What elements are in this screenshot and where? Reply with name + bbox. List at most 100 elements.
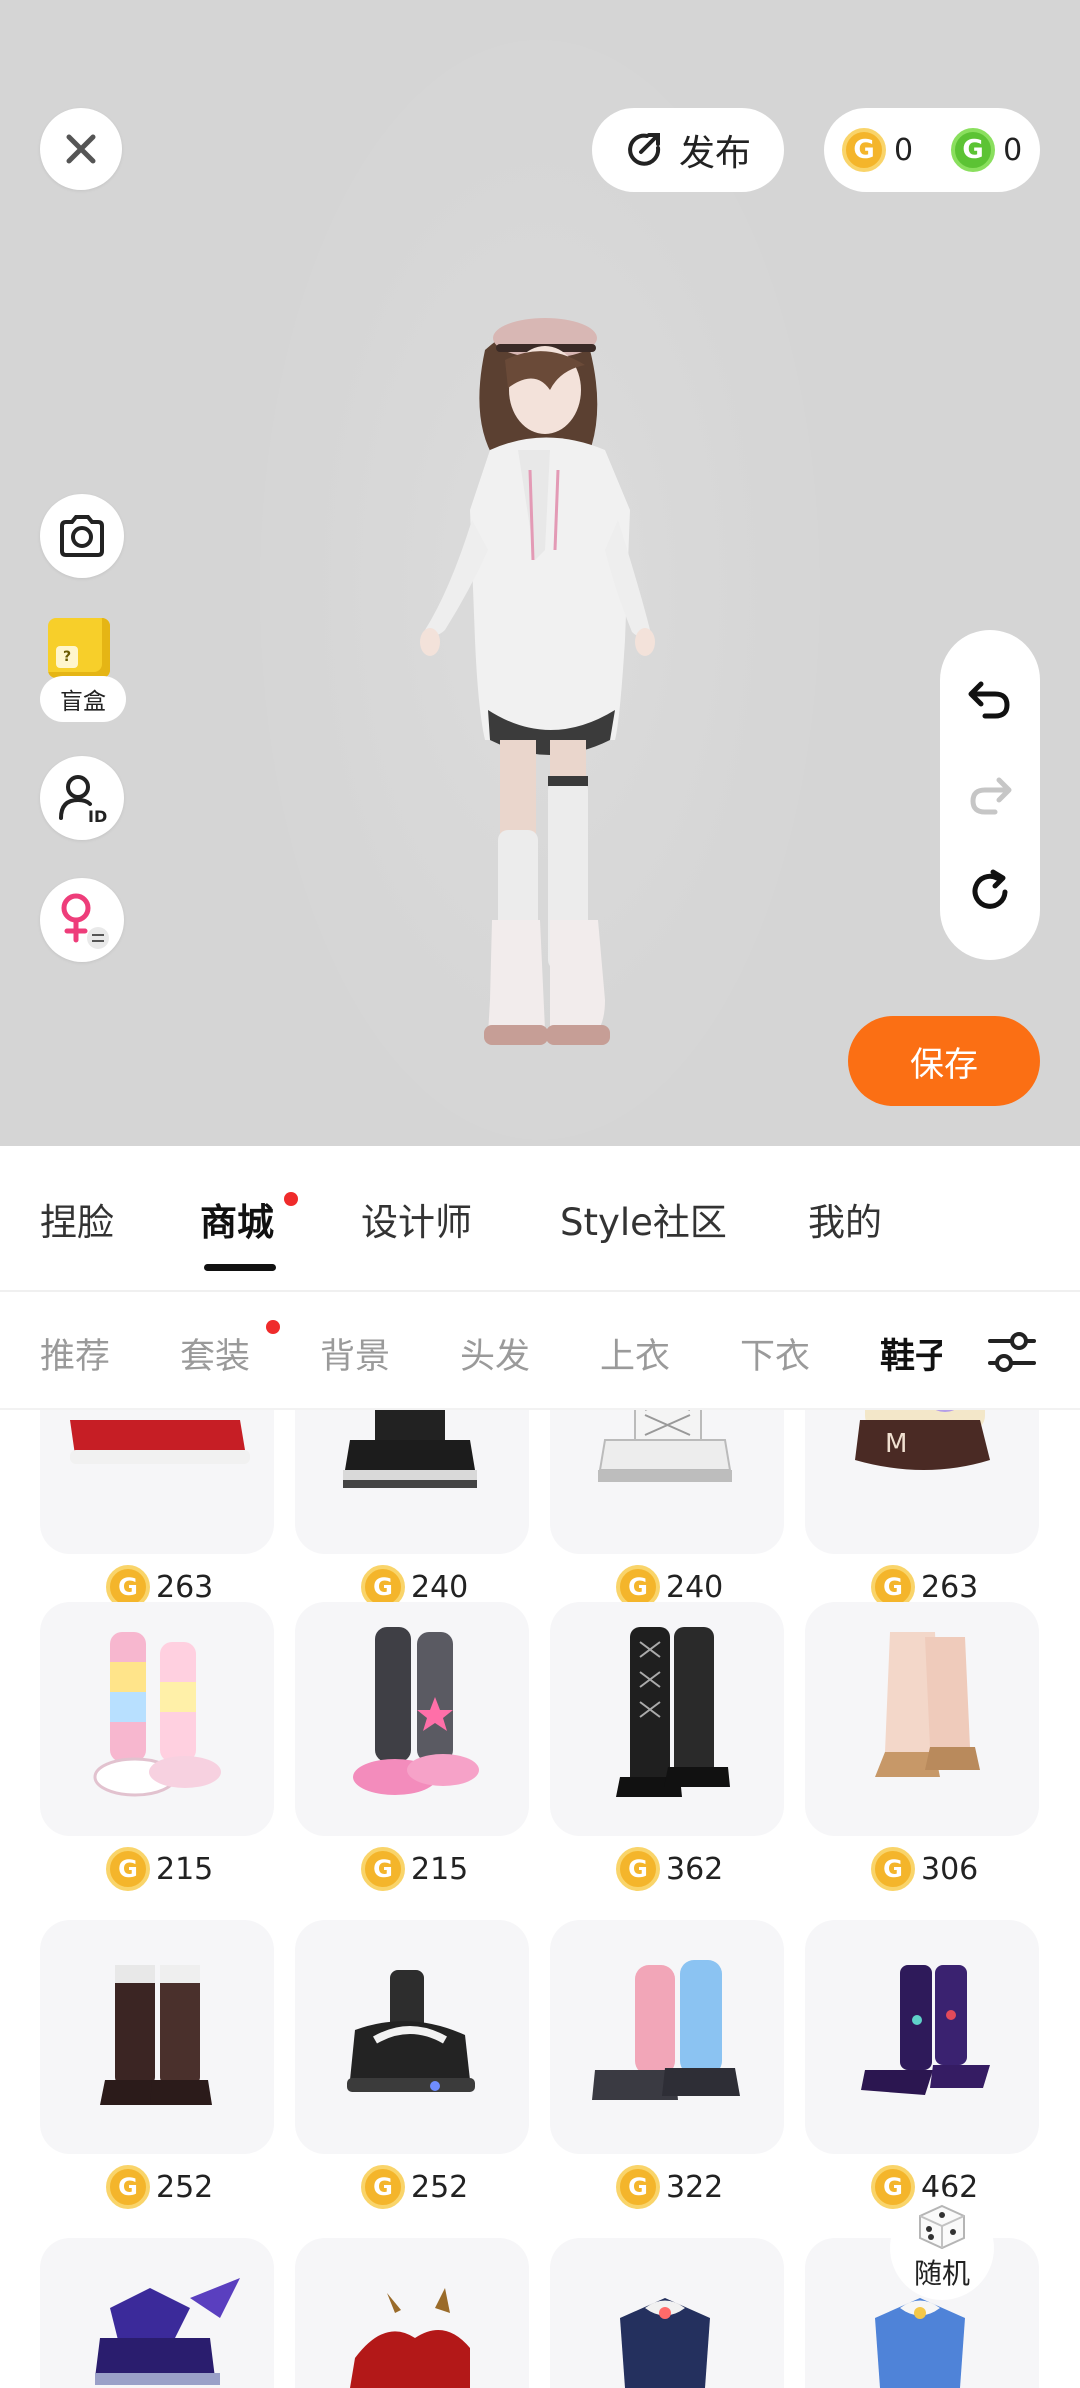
green-coin-icon: G <box>951 128 996 172</box>
tab-style-community[interactable]: Style社区 <box>560 1192 727 1246</box>
svg-text:ID: ID <box>88 807 107 824</box>
price-value: 263 <box>156 1569 214 1605</box>
item-card[interactable] <box>550 2238 784 2388</box>
redo-icon[interactable] <box>967 772 1013 816</box>
camera-icon <box>60 515 104 557</box>
navy-ribbon-shoe-icon <box>620 2298 710 2388</box>
category-shoes[interactable]: 鞋子 <box>880 1328 942 1379</box>
item-card[interactable] <box>805 1602 1039 1836</box>
item-card[interactable] <box>40 1410 274 1554</box>
gift-box-mark: ? <box>56 646 78 668</box>
price-value: 362 <box>666 1851 724 1887</box>
pink-star-boot-icon <box>353 1627 479 1795</box>
tab-fade <box>940 1292 980 1408</box>
price-value: 240 <box>666 1569 724 1605</box>
gold-coin-icon: G <box>616 2165 660 2209</box>
white-lace-boot-icon <box>598 1410 732 1482</box>
gold-coin-icon: G <box>106 1847 150 1891</box>
red-shoe-icon <box>70 1420 250 1464</box>
item-card[interactable] <box>40 1920 274 2154</box>
close-icon <box>66 134 96 164</box>
category-hair[interactable]: 头发 <box>460 1328 530 1379</box>
undo-icon[interactable] <box>967 676 1013 720</box>
outfit-notification-dot <box>266 1320 280 1334</box>
item-card[interactable] <box>295 1410 529 1554</box>
random-button[interactable]: 随机 <box>890 2196 994 2300</box>
save-button[interactable]: 保存 <box>848 1016 1040 1106</box>
gift-box-icon: ? <box>48 618 110 678</box>
item-price: G 362 <box>616 1842 723 1896</box>
category-background[interactable]: 背景 <box>320 1328 390 1379</box>
category-top[interactable]: 上衣 <box>600 1328 670 1379</box>
svg-text:M: M <box>885 1429 907 1459</box>
price-value: 306 <box>921 1851 979 1887</box>
avatar-character[interactable] <box>400 310 680 1090</box>
tab-face[interactable]: 捏脸 <box>40 1192 114 1246</box>
blind-box-button[interactable]: ? 盲盒 <box>40 618 126 722</box>
gold-balance: 0 <box>894 132 914 168</box>
brown-sneaker-icon: M <box>855 1410 990 1470</box>
gender-switch-button[interactable] <box>40 878 124 962</box>
category-bottom[interactable]: 下衣 <box>740 1328 810 1379</box>
item-price: G 322 <box>616 2160 723 2214</box>
pink-blue-sock-shoe-icon <box>592 1960 740 2100</box>
filter-button[interactable] <box>980 1320 1044 1384</box>
red-devil-shoe-icon <box>350 2288 470 2388</box>
item-card[interactable] <box>550 1410 784 1554</box>
item-price: G 215 <box>106 1842 213 1896</box>
item-card[interactable] <box>40 1602 274 1836</box>
gold-coin-icon: G <box>361 1847 405 1891</box>
purple-wing-shoe-icon <box>95 2278 240 2385</box>
black-strap-sandal-icon <box>347 1970 475 2092</box>
category-recommend[interactable]: 推荐 <box>40 1328 110 1379</box>
item-card[interactable] <box>295 2238 529 2388</box>
gold-coin-icon: G <box>842 128 886 172</box>
random-label: 随机 <box>913 2257 970 2290</box>
green-balance: 0 <box>1003 132 1023 168</box>
price-value: 215 <box>411 1851 469 1887</box>
active-tab-indicator <box>204 1264 276 1271</box>
category-tab-bar: 推荐 套装 背景 头发 上衣 下衣 鞋子 <box>0 1292 1080 1410</box>
item-card[interactable] <box>550 1602 784 1836</box>
avatar-stage[interactable]: 发布 G 0 G 0 ? 盲盒 ID 保存 <box>0 0 1080 1146</box>
item-price: G 252 <box>361 2160 468 2214</box>
camera-button[interactable] <box>40 494 124 578</box>
gold-coin-icon: G <box>361 2165 405 2209</box>
item-price: G 215 <box>361 1842 468 1896</box>
main-tab-bar: 捏脸 商城 设计师 Style社区 我的 <box>0 1146 1080 1292</box>
publish-icon <box>628 133 661 166</box>
price-value: 263 <box>921 1569 979 1605</box>
profile-id-button[interactable]: ID <box>40 756 124 840</box>
item-card[interactable] <box>40 2238 274 2388</box>
price-value: 322 <box>666 2169 724 2205</box>
price-value: 240 <box>411 1569 469 1605</box>
tab-designer[interactable]: 设计师 <box>361 1192 472 1246</box>
close-button[interactable] <box>40 108 122 190</box>
gold-coin-icon: G <box>106 2165 150 2209</box>
history-toolbar <box>940 630 1040 960</box>
gold-coin-icon: G <box>871 1847 915 1891</box>
price-value: 215 <box>156 1851 214 1887</box>
item-card[interactable] <box>805 1920 1039 2154</box>
brown-chunky-boot-icon <box>100 1965 212 2105</box>
item-price: G 252 <box>106 2160 213 2214</box>
user-id-icon: ID <box>59 775 107 824</box>
price-value: 252 <box>411 2169 469 2205</box>
item-card[interactable] <box>295 1602 529 1836</box>
category-outfit[interactable]: 套装 <box>180 1328 250 1379</box>
shop-notification-dot <box>284 1192 298 1206</box>
item-card[interactable] <box>295 1920 529 2154</box>
item-card[interactable] <box>550 1920 784 2154</box>
price-value: 252 <box>156 2169 214 2205</box>
currency-balance[interactable]: G 0 G 0 <box>824 108 1040 192</box>
filter-sliders-icon <box>988 1332 1036 1372</box>
gold-coin-icon: G <box>871 2165 915 2209</box>
female-icon <box>61 893 109 949</box>
purple-heel-boot-icon <box>861 1965 990 2095</box>
blind-box-label: 盲盒 <box>40 676 126 722</box>
item-card[interactable]: M <box>805 1410 1039 1554</box>
tab-shop[interactable]: 商城 <box>200 1192 274 1246</box>
tab-mine[interactable]: 我的 <box>808 1192 882 1246</box>
publish-button[interactable]: 发布 <box>592 108 784 192</box>
reset-icon[interactable] <box>967 868 1013 914</box>
